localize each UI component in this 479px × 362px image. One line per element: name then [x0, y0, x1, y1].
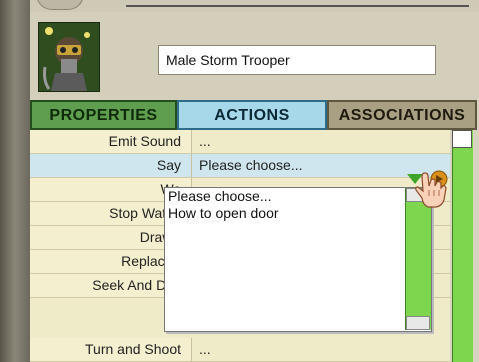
action-row[interactable]: Turn and Shoot ...: [30, 338, 450, 362]
action-label: Turn and Shoot: [30, 338, 192, 361]
action-value[interactable]: ...: [199, 338, 211, 361]
dropdown-option[interactable]: Please choose...: [165, 188, 431, 205]
actions-scrollbar[interactable]: [452, 130, 473, 362]
hand-cursor-icon: [415, 172, 447, 208]
character-portrait: [38, 22, 100, 92]
tab-actions[interactable]: ACTIONS: [177, 100, 327, 130]
action-row[interactable]: Emit Sound ...: [30, 130, 450, 154]
dropdown-option[interactable]: How to open door: [165, 205, 431, 222]
action-label: Say: [30, 154, 192, 177]
action-select-value[interactable]: Please choose...: [199, 154, 303, 177]
top-knob: [36, 0, 84, 10]
scroll-down-button[interactable]: [406, 316, 430, 330]
scrollbar-top-box[interactable]: [452, 130, 472, 148]
action-value[interactable]: ...: [199, 130, 211, 153]
storm-trooper-icon: [39, 23, 99, 91]
action-row-selected[interactable]: Say Please choose...: [30, 154, 450, 178]
dropdown-list: Please choose... How to open door: [164, 187, 432, 332]
tab-properties[interactable]: PROPERTIES: [30, 100, 177, 130]
object-name-field[interactable]: Male Storm Trooper: [158, 45, 436, 75]
object-header: Male Storm Trooper: [30, 12, 479, 100]
tab-bar: PROPERTIES ACTIONS ASSOCIATIONS: [30, 100, 479, 130]
window-edge: [0, 0, 30, 362]
top-divider: [126, 5, 469, 7]
action-label: Emit Sound: [30, 130, 192, 153]
tab-associations[interactable]: ASSOCIATIONS: [327, 100, 477, 130]
